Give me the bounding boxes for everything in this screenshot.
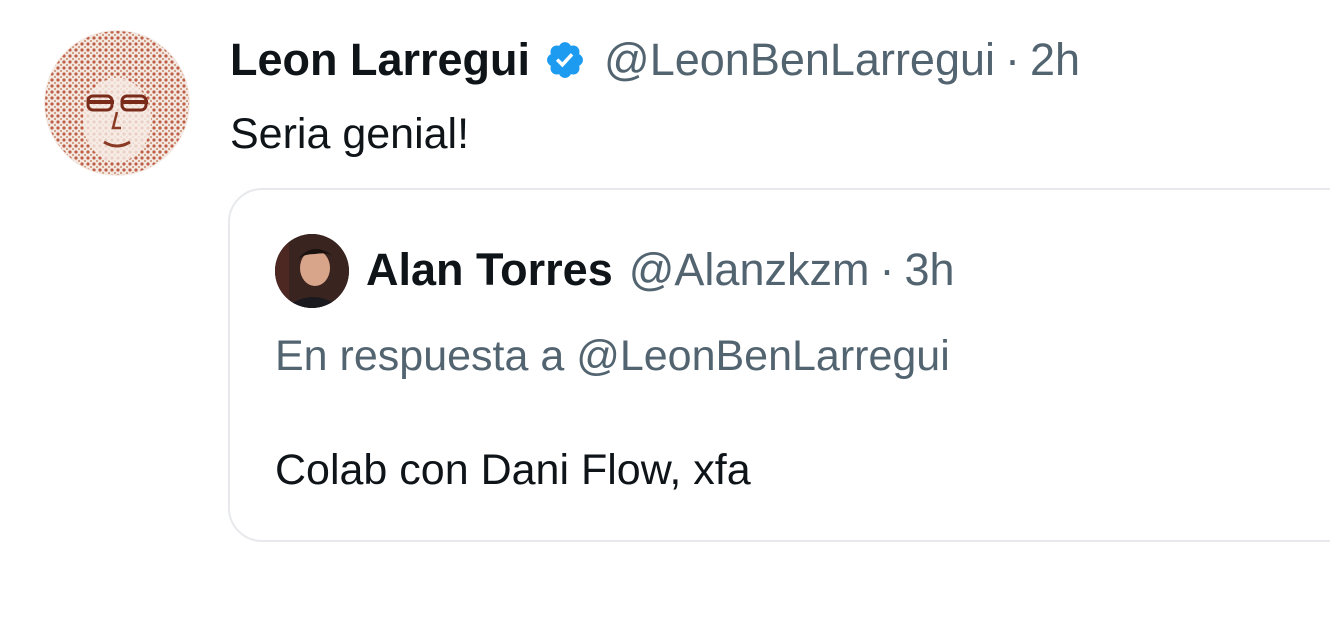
- quoted-tweet-card[interactable]: Alan Torres @Alanzkzm · 3h En respuesta …: [228, 188, 1330, 542]
- tweet-time[interactable]: 2h: [1030, 28, 1080, 92]
- tweet-header: Leon Larregui @LeonBenLarregui · 2h: [230, 28, 1080, 92]
- quoted-tweet-time[interactable]: 3h: [904, 238, 954, 302]
- separator-dot: ·: [1005, 34, 1021, 85]
- tweet-text: Seria genial!: [230, 110, 470, 158]
- reply-to-label[interactable]: En respuesta a @LeonBenLarregui: [275, 326, 950, 386]
- quoted-separator-dot: ·: [879, 244, 895, 295]
- quoted-tweet-header: Alan Torres @Alanzkzm · 3h: [366, 238, 955, 302]
- author-handle[interactable]: @LeonBenLarregui: [604, 28, 995, 92]
- quoted-tweet-text: Colab con Dani Flow, xfa: [275, 446, 751, 494]
- verified-badge-icon: [544, 39, 586, 81]
- author-avatar[interactable]: [44, 30, 190, 176]
- author-name[interactable]: Leon Larregui: [230, 28, 530, 92]
- quoted-author-avatar[interactable]: [275, 234, 349, 308]
- quoted-author-handle[interactable]: @Alanzkzm: [629, 238, 870, 302]
- tweet: Leon Larregui @LeonBenLarregui · 2h Seri…: [0, 0, 1330, 620]
- quoted-author-name[interactable]: Alan Torres: [366, 238, 613, 302]
